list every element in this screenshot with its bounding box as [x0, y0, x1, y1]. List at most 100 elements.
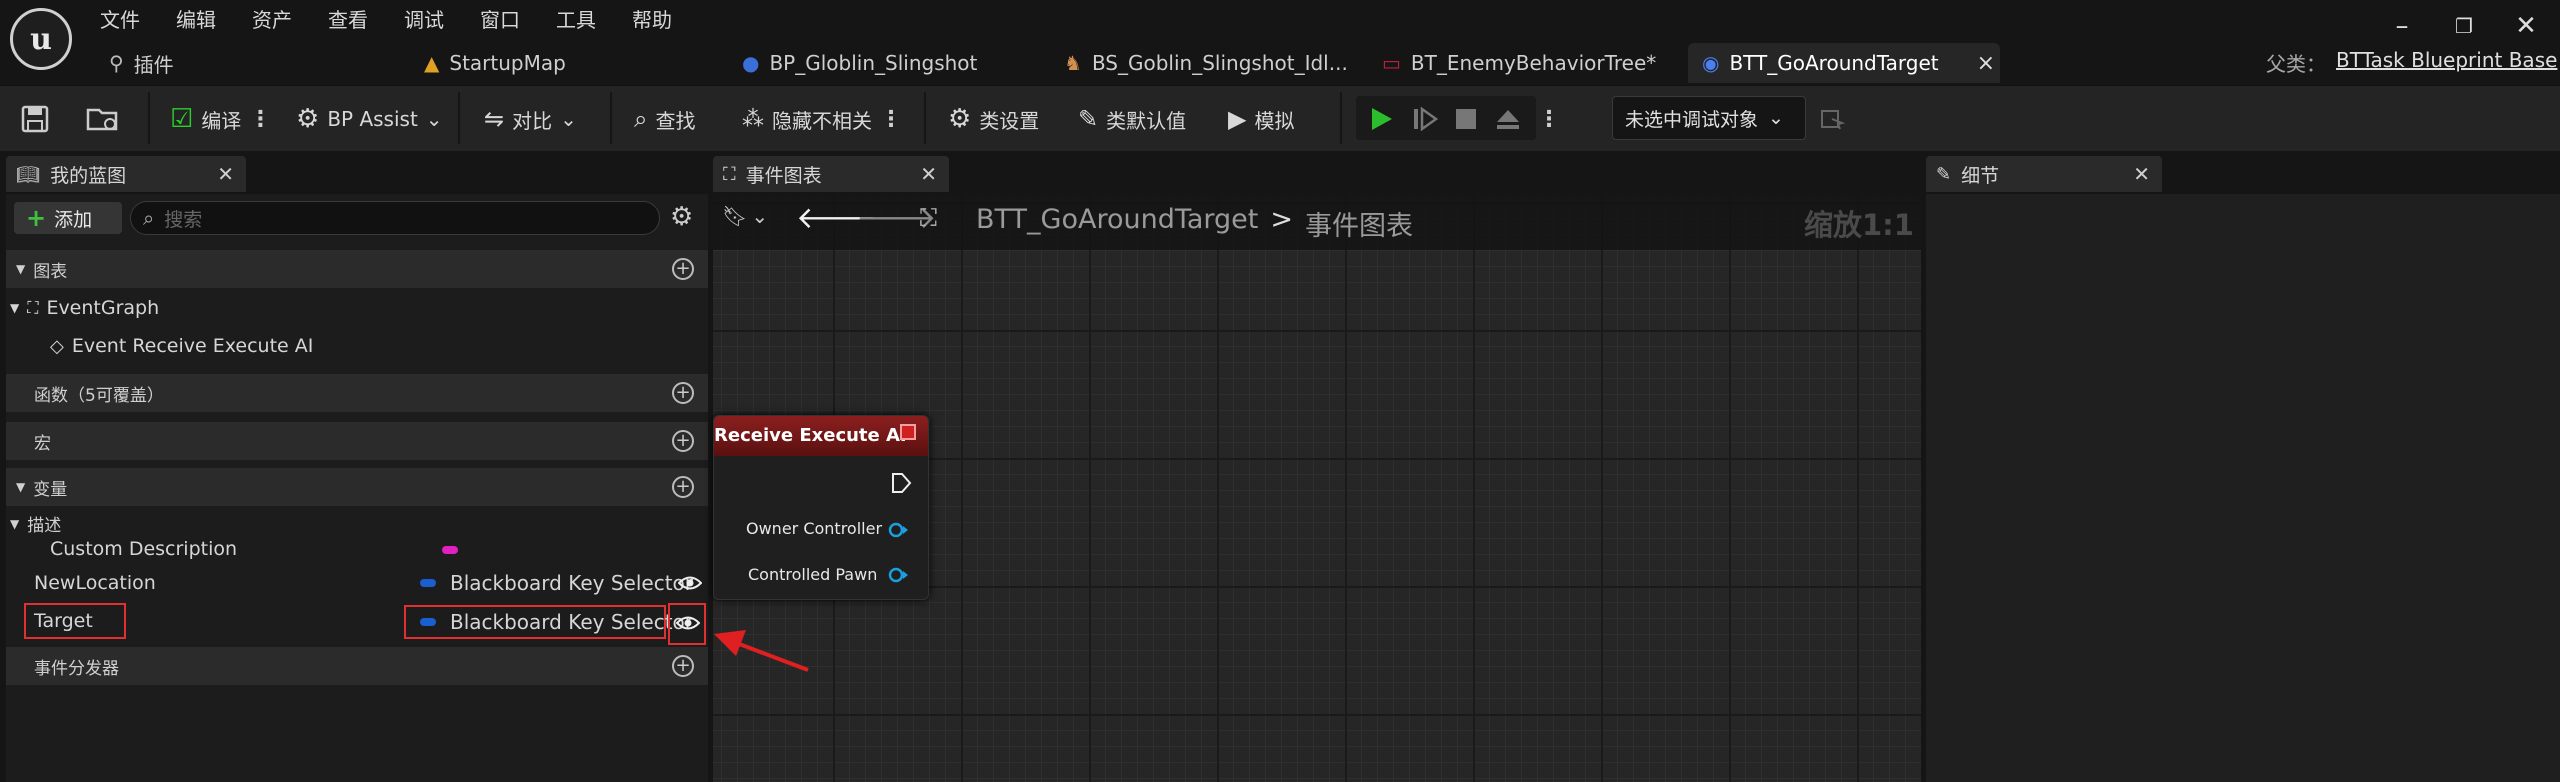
close-window-button[interactable]: ✕: [2506, 10, 2546, 42]
unreal-logo-icon[interactable]: u: [10, 8, 72, 70]
exec-pin-icon[interactable]: [890, 472, 912, 494]
pin-controlled-pawn: Controlled Pawn: [748, 565, 878, 584]
find-button[interactable]: ⌕ 查找: [634, 100, 695, 138]
variable-type-newlocation[interactable]: Blackboard Key Selector: [420, 571, 693, 595]
add-variable-icon[interactable]: +: [672, 476, 694, 498]
category-functions[interactable]: 函数（5可覆盖） +: [6, 374, 708, 412]
menu-view[interactable]: 查看: [328, 4, 368, 33]
menu-assets[interactable]: 资产: [252, 4, 292, 33]
menu-edit[interactable]: 编辑: [176, 4, 216, 33]
event-graph-tab[interactable]: ⛶ 事件图表 ✕: [713, 156, 949, 192]
add-graph-icon[interactable]: +: [672, 258, 694, 280]
event-receive-execute-ai-item[interactable]: ◇ Event Receive Execute AI: [50, 335, 313, 357]
object-pin-icon[interactable]: [888, 566, 910, 584]
search-icon: ⌕: [143, 206, 155, 230]
details-tab[interactable]: ✎ 细节 ✕: [1926, 156, 2162, 192]
eye-icon[interactable]: [676, 614, 700, 632]
node-title: Receive Execute AI: [714, 425, 907, 446]
close-tab-icon[interactable]: ×: [1977, 51, 1995, 76]
behavior-tree-icon: ▭: [1382, 51, 1401, 75]
annotation-arrow: [712, 626, 812, 676]
toolbar-separator: [924, 92, 926, 144]
settings-gear-icon[interactable]: ⚙: [670, 202, 693, 232]
breadcrumb-blueprint[interactable]: BTT_GoAroundTarget: [976, 204, 1258, 243]
class-defaults-button[interactable]: ✎ 类默认值: [1078, 100, 1186, 138]
tab-plugins[interactable]: ⚲ 插件: [95, 43, 188, 83]
collapse-arrow-icon: ▼: [10, 301, 20, 315]
diff-button[interactable]: ⇋ 对比 ⌄: [484, 100, 577, 138]
category-variables[interactable]: ▼ 变量 +: [6, 468, 708, 506]
delegate-pin-icon[interactable]: [900, 424, 916, 440]
level-icon: ▲: [424, 51, 440, 75]
gear-icon: ⚙: [296, 104, 320, 134]
svg-text:u: u: [30, 22, 52, 57]
simulate-button[interactable]: ▶ 模拟: [1228, 100, 1294, 138]
breadcrumb: BTT_GoAroundTarget > 事件图表: [976, 204, 1413, 243]
variable-newlocation[interactable]: NewLocation: [34, 572, 156, 594]
menu-file[interactable]: 文件: [100, 4, 140, 33]
tab-bp-globlin-slingshot[interactable]: ● BP_Globlin_Slingshot: [728, 43, 991, 83]
stop-icon[interactable]: [1452, 100, 1480, 138]
add-macro-icon[interactable]: +: [672, 430, 694, 452]
close-panel-icon[interactable]: ✕: [2133, 162, 2150, 186]
variable-target[interactable]: Target: [34, 610, 93, 632]
debug-target-dropdown[interactable]: 未选中调试对象 ⌄: [1612, 96, 1806, 140]
category-macros[interactable]: 宏 +: [6, 422, 708, 460]
compile-options-icon[interactable]: ⋮: [249, 107, 271, 132]
variable-type-target[interactable]: Blackboard Key Selector: [420, 610, 693, 634]
menu-window[interactable]: 窗口: [480, 4, 520, 33]
menu-debug[interactable]: 调试: [404, 4, 444, 33]
event-graph-item[interactable]: ▼ ⛶ EventGraph: [10, 297, 159, 319]
menu-tools[interactable]: 工具: [556, 4, 596, 33]
details-panel: [1926, 194, 2560, 782]
minimize-button[interactable]: –: [2382, 10, 2422, 42]
play-icon[interactable]: [1366, 100, 1396, 138]
eye-icon[interactable]: [678, 574, 702, 592]
eject-icon[interactable]: [1494, 100, 1522, 138]
diff-icon: ⇋: [484, 105, 505, 133]
add-button[interactable]: + 添加: [14, 202, 122, 234]
play-options-icon[interactable]: ⋮: [1538, 100, 1560, 138]
variable-type-pill: [420, 618, 436, 626]
simulate-icon: ▶: [1228, 105, 1247, 133]
category-graphs[interactable]: ▼ 图表 +: [6, 250, 708, 288]
search-input[interactable]: 搜索: [164, 205, 202, 232]
chevron-down-icon: ⌄: [560, 107, 577, 131]
add-dispatcher-icon[interactable]: +: [672, 655, 694, 677]
category-event-dispatchers[interactable]: 事件分发器 +: [6, 647, 708, 685]
variable-type-pill: [442, 546, 458, 554]
chevron-down-icon: ⌄: [425, 107, 443, 131]
breadcrumb-graph[interactable]: 事件图表: [1305, 204, 1413, 243]
variable-custom-description[interactable]: Custom Description: [50, 538, 237, 560]
hide-options-icon[interactable]: ⋮: [880, 107, 902, 132]
gear-icon: ⚙: [948, 104, 972, 134]
search-box[interactable]: ⌕ 搜索: [130, 201, 660, 235]
parent-class-link[interactable]: BTTask Blueprint Base: [2336, 48, 2557, 72]
compile-button[interactable]: ☑ 编译 ⋮: [170, 100, 271, 138]
menu-help[interactable]: 帮助: [632, 4, 672, 33]
close-panel-icon[interactable]: ✕: [920, 162, 937, 186]
blueprint-actor-icon: ●: [742, 51, 760, 75]
close-panel-icon[interactable]: ✕: [217, 162, 234, 186]
class-settings-button[interactable]: ⚙ 类设置: [948, 100, 1039, 138]
hide-unrelated-button[interactable]: ⁂ 隐藏不相关 ⋮: [742, 100, 902, 138]
add-function-icon[interactable]: +: [672, 382, 694, 404]
graph-hierarchy-icon: ⛶: [920, 204, 937, 232]
step-icon[interactable]: [1410, 100, 1440, 138]
tab-btt-goaroundtarget[interactable]: ◉ BTT_GoAroundTarget ×: [1688, 43, 2000, 83]
my-blueprint-tab[interactable]: 📖︎ 我的蓝图 ✕: [6, 156, 246, 192]
debug-picker-icon[interactable]: [1818, 100, 1846, 138]
variable-type-pill: [420, 579, 436, 587]
restore-button[interactable]: ❐: [2444, 10, 2484, 42]
subcategory-description[interactable]: ▼ 描述: [10, 511, 61, 536]
bookmark-dropdown[interactable]: 🔖︎ ⌄: [722, 204, 768, 228]
save-icon[interactable]: [20, 100, 50, 138]
browse-icon[interactable]: [86, 100, 120, 138]
toolbar-separator: [458, 92, 460, 144]
object-pin-icon[interactable]: [888, 521, 910, 539]
bp-assist-button[interactable]: ⚙ BP Assist ⌄: [296, 100, 443, 138]
collapse-arrow-icon: ▼: [10, 516, 20, 531]
tab-startupmap[interactable]: ▲ StartupMap: [410, 43, 580, 83]
tab-bs-goblin[interactable]: ♞ BS_Goblin_Slingshot_Idl...: [1050, 43, 1362, 83]
tab-bt-enemybehaviortree[interactable]: ▭ BT_EnemyBehaviorTree*: [1368, 43, 1670, 83]
